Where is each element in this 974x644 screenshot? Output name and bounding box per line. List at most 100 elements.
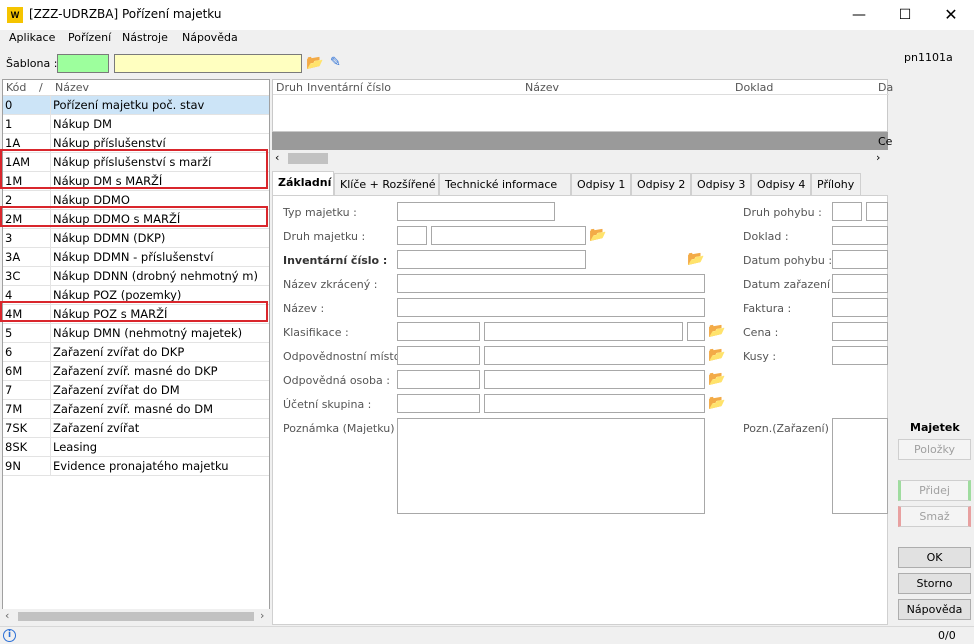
tab-technicke-informace[interactable]: Technické informace: [439, 173, 571, 195]
storno-button[interactable]: Storno: [898, 573, 971, 594]
pridej-button[interactable]: Přidej: [898, 480, 971, 501]
list-item-kod: 7SK: [5, 421, 28, 435]
klasifikace-code-input[interactable]: [397, 322, 480, 341]
pozn-zarazeni-textarea[interactable]: [832, 418, 888, 514]
menu-bar: Aplikace Pořízení Nástroje Nápověda: [0, 30, 892, 48]
klasifikace-extra-input[interactable]: [687, 322, 705, 341]
list-item[interactable]: 7M Zařazení zvíř. masné do DM: [3, 400, 269, 419]
list-item[interactable]: 6 Zařazení zvířat do DKP: [3, 343, 269, 362]
list-item[interactable]: 6M Zařazení zvíř. masné do DKP: [3, 362, 269, 381]
list-item[interactable]: 0 Pořízení majetku poč. stav: [3, 96, 269, 115]
datum-zarazeni-input[interactable]: [832, 274, 888, 293]
list-item-nazev: Zařazení zvíř. masné do DKP: [53, 364, 218, 378]
menu-napoveda[interactable]: Nápověda: [182, 31, 238, 44]
druh-pohybu-input[interactable]: [832, 202, 862, 221]
minimize-button[interactable]: —: [836, 0, 882, 30]
grid-col-inventarni-cislo[interactable]: Inventární číslo: [307, 81, 391, 94]
doklad-input[interactable]: [832, 226, 888, 245]
list-item[interactable]: 3A Nákup DDMN - příslušenství: [3, 248, 269, 267]
list-item[interactable]: 3 Nákup DDMN (DKP): [3, 229, 269, 248]
ok-button[interactable]: OK: [898, 547, 971, 568]
list-item-kod: 6: [5, 345, 13, 359]
tab-odpisy-1[interactable]: Odpisy 1: [571, 173, 631, 195]
grid-col-doklad[interactable]: Doklad: [735, 81, 773, 94]
napoveda-button[interactable]: Nápověda: [898, 599, 971, 620]
druh-majetku-name-input[interactable]: [431, 226, 586, 245]
tab-odpisy-4[interactable]: Odpisy 4: [751, 173, 811, 195]
list-item[interactable]: 1 Nákup DM: [3, 115, 269, 134]
polozky-button[interactable]: Položky: [898, 439, 971, 460]
ucetni-skupina-code-input[interactable]: [397, 394, 480, 413]
edit-pencil-icon[interactable]: ✎: [330, 55, 341, 70]
tab-prilohy[interactable]: Přílohy: [811, 173, 861, 195]
typ-majetku-input[interactable]: [397, 202, 555, 221]
inventarni-cislo-folder-icon[interactable]: 📂: [687, 251, 704, 267]
close-button[interactable]: ✕: [928, 0, 974, 30]
open-folder-icon[interactable]: 📂: [306, 55, 323, 71]
datum-pohybu-input[interactable]: [832, 250, 888, 269]
tab-zakladni[interactable]: Základní: [272, 171, 334, 195]
scroll-right-icon[interactable]: ›: [876, 151, 880, 164]
scroll-left-icon[interactable]: ‹: [5, 609, 9, 622]
druh-majetku-folder-icon[interactable]: 📂: [589, 227, 606, 243]
nazev-input[interactable]: [397, 298, 705, 317]
scroll-thumb[interactable]: [18, 612, 254, 621]
scroll-left-icon[interactable]: ‹: [275, 151, 279, 164]
odpovednostni-misto-folder-icon[interactable]: 📂: [708, 347, 725, 363]
list-item[interactable]: 8SK Leasing: [3, 438, 269, 457]
info-icon[interactable]: i: [3, 629, 16, 642]
highlight-box: [0, 301, 268, 322]
grid-horizontal-scrollbar[interactable]: ‹ ›: [272, 150, 888, 167]
inventarni-cislo-input[interactable]: [397, 250, 586, 269]
klasifikace-folder-icon[interactable]: 📂: [708, 323, 725, 339]
grid-col-da[interactable]: Da: [878, 81, 893, 94]
odpovednostni-misto-name-input[interactable]: [484, 346, 705, 365]
scroll-right-icon[interactable]: ›: [260, 609, 264, 622]
list-item[interactable]: 9N Evidence pronajatého majetku: [3, 457, 269, 476]
tab-klice-rozsirene[interactable]: Klíče + Rozšířené: [334, 173, 439, 195]
odpovedna-osoba-code-input[interactable]: [397, 370, 480, 389]
tab-odpisy-2[interactable]: Odpisy 2: [631, 173, 691, 195]
column-separator: [50, 419, 51, 438]
druh-majetku-code-input[interactable]: [397, 226, 427, 245]
kusy-input[interactable]: [832, 346, 888, 365]
column-separator: [50, 457, 51, 476]
menu-aplikace[interactable]: Aplikace: [9, 31, 55, 44]
list-item[interactable]: 3C Nákup DDNN (drobný nehmotný m): [3, 267, 269, 286]
list-item-kod: 6M: [5, 364, 23, 378]
ucetni-skupina-name-input[interactable]: [484, 394, 705, 413]
sablona-name-input[interactable]: [114, 54, 302, 73]
faktura-input[interactable]: [832, 298, 888, 317]
maximize-button[interactable]: ☐: [882, 0, 928, 30]
odpovedna-osoba-folder-icon[interactable]: 📂: [708, 371, 725, 387]
sablona-code-input[interactable]: [57, 54, 109, 73]
odpovednostni-misto-code-input[interactable]: [397, 346, 480, 365]
druh-pohybu-name-input[interactable]: [866, 202, 888, 221]
grid-col-nazev[interactable]: Název: [525, 81, 559, 94]
items-grid[interactable]: Druh Inventární číslo Název Doklad Da: [272, 79, 893, 132]
title-bar: W [ZZZ-UDRZBA] Pořízení majetku — ☐ ✕: [0, 0, 974, 30]
scroll-thumb[interactable]: [288, 153, 328, 164]
menu-porizeni[interactable]: Pořízení: [68, 31, 111, 44]
menu-nastroje[interactable]: Nástroje: [122, 31, 168, 44]
nazev-zkraceny-input[interactable]: [397, 274, 705, 293]
col-kod[interactable]: Kód: [6, 81, 26, 94]
list-item[interactable]: 7SK Zařazení zvířat: [3, 419, 269, 438]
list-item-nazev: Nákup DM: [53, 117, 112, 131]
grid-col-druh[interactable]: Druh: [276, 81, 303, 94]
ucetni-skupina-folder-icon[interactable]: 📂: [708, 395, 725, 411]
label-poznamka: Poznámka (Majetku) :: [283, 422, 402, 435]
list-item-nazev: Zařazení zvířat do DM: [53, 383, 180, 397]
col-nazev[interactable]: Název: [55, 81, 89, 94]
klasifikace-name-input[interactable]: [484, 322, 683, 341]
smaz-button[interactable]: Smaž: [898, 506, 971, 527]
list-item-nazev: Nákup DDMN (DKP): [53, 231, 166, 245]
list-item[interactable]: 5 Nákup DMN (nehmotný majetek): [3, 324, 269, 343]
list-item-nazev: Zařazení zvíř. masné do DM: [53, 402, 214, 416]
poznamka-textarea[interactable]: [397, 418, 705, 514]
cena-input[interactable]: [832, 322, 888, 341]
odpovedna-osoba-name-input[interactable]: [484, 370, 705, 389]
list-item[interactable]: 7 Zařazení zvířat do DM: [3, 381, 269, 400]
column-separator: [50, 324, 51, 343]
tab-odpisy-3[interactable]: Odpisy 3: [691, 173, 751, 195]
